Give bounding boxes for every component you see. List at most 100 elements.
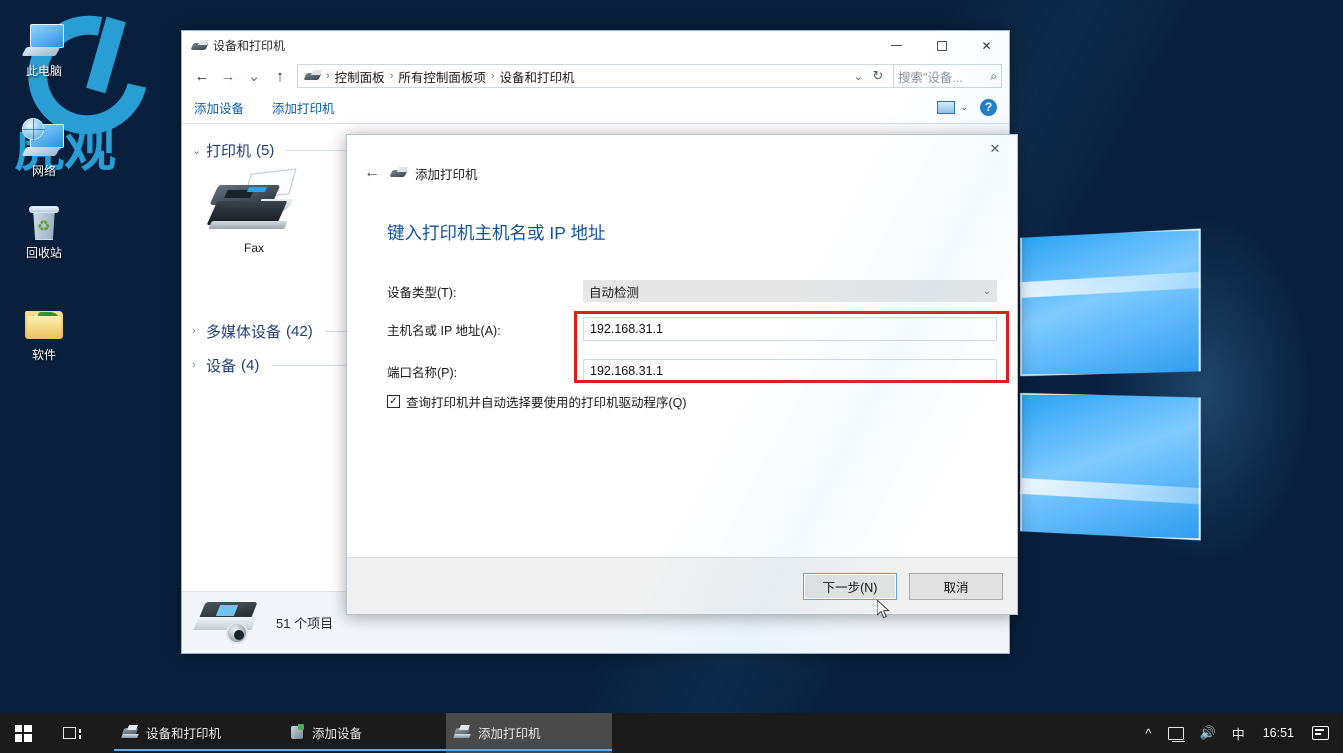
taskbar-item-add-printer[interactable]: 添加打印机 [446,713,612,753]
chevron-down-icon[interactable]: ⌄ [848,70,867,83]
group-name: 打印机 [206,142,252,160]
tray-overflow-button[interactable]: ^ [1137,713,1159,753]
dialog-heading: 键入打印机主机名或 IP 地址 [387,223,606,243]
view-options-icon[interactable] [937,100,956,114]
next-button[interactable]: 下一步(N) [803,572,897,600]
query-printer-checkbox-row[interactable]: ✓ 查询打印机并自动选择要使用的打印机驱动程序(Q) [387,392,687,411]
device-label: Fax [243,241,264,255]
form-row-port[interactable]: 端口名称(P): 192.168.31.1 [387,357,997,385]
volume-button[interactable]: 🔊 [1192,713,1224,753]
printer-icon [190,38,210,54]
address-bar-row[interactable]: ← → ⌄ ↑ › 控制面板 › 所有控制面板项 › 设备和打印机 ⌄ ↻ 搜索… [182,61,1009,91]
item-count-label: 51 个项目 [276,616,334,631]
printer-icon [303,68,323,84]
desktop-icon-label: 软件 [31,348,56,362]
add-printer-button[interactable]: 添加打印机 [272,98,335,117]
taskbar-running-indicator [114,749,280,751]
breadcrumb-item-all-items[interactable]: 所有控制面板项 [396,67,488,86]
mouse-cursor [877,600,890,619]
search-box[interactable]: 搜索"设备... ⌕ [894,64,1002,88]
back-button[interactable]: ← [189,64,215,88]
dialog-header-title: 添加打印机 [415,167,478,182]
breadcrumb-separator: › [389,70,394,82]
task-view-button[interactable] [46,713,92,753]
close-button[interactable]: ✕ [964,31,1009,61]
system-tray[interactable]: ^ 🔊 中 16:51 [1137,713,1343,753]
add-device-button[interactable]: 添加设备 [194,98,244,117]
group-count: (5) [256,141,275,159]
desktop-icon-recycle-bin[interactable]: ♻ 回收站 [8,200,80,260]
group-count: (42) [286,322,313,340]
breadcrumb-item-control-panel[interactable]: 控制面板 [333,67,387,86]
command-bar[interactable]: 添加设备 添加打印机 ⌄ ? [182,91,1009,124]
desktop[interactable]: 虎观 此电脑 网络 ♻ 回收站 软件 设备和打印机 ✕ ← → ⌄ ↑ › 控制… [0,0,1343,713]
group-count: (4) [241,356,260,374]
dialog-back-button[interactable]: ← [361,162,383,184]
chevron-right-icon[interactable]: › [192,325,206,337]
taskbar-item-label: 设备和打印机 [146,726,222,741]
network-icon [8,118,80,164]
printer-icon [453,724,472,740]
taskbar-item-devices-and-printers[interactable]: 设备和打印机 [114,713,280,753]
printer-scanner-icon [193,600,262,646]
device-tile-fax[interactable]: Fax [200,168,308,294]
maximize-button[interactable] [919,31,964,61]
clock[interactable]: 16:51 [1253,726,1304,740]
chevron-down-icon[interactable]: ⌄ [983,286,991,297]
device-type-select[interactable]: 自动检测 ⌄ [583,280,997,302]
help-icon[interactable]: ? [980,98,997,116]
ime-indicator[interactable]: 中 [1224,713,1253,753]
refresh-icon[interactable]: ↻ [867,68,889,84]
action-center-button[interactable] [1304,713,1337,753]
network-status-button[interactable] [1160,713,1192,753]
form-row-hostname[interactable]: 主机名或 IP 地址(A): 192.168.31.1 [387,315,997,343]
query-printer-checkbox-label: 查询打印机并自动选择要使用的打印机驱动程序(Q) [406,396,687,410]
network-icon [1167,726,1185,742]
taskbar[interactable]: 设备和打印机 添加设备 添加打印机 ^ 🔊 中 16:51 [0,713,1343,753]
forward-button[interactable]: → [215,64,241,88]
windows-hero-wallpaper-logo [1019,222,1204,552]
cancel-button[interactable]: 取消 [909,572,1003,600]
group-name: 多媒体设备 [206,323,282,341]
taskbar-item-add-device[interactable]: 添加设备 [280,713,446,753]
device-type-label: 设备类型(T): [387,285,457,300]
minimize-button[interactable] [874,31,919,61]
recent-locations-button[interactable]: ⌄ [241,64,267,88]
hostname-label: 主机名或 IP 地址(A): [387,323,501,338]
dialog-form[interactable]: 设备类型(T): 自动检测 ⌄ 主机名或 IP 地址(A): 192.168.3… [387,277,997,395]
form-row-device-type[interactable]: 设备类型(T): 自动检测 ⌄ [387,277,997,305]
group-name: 设备 [206,357,237,375]
query-printer-checkbox[interactable]: ✓ [387,395,400,408]
breadcrumb-item-devices[interactable]: 设备和打印机 [498,67,577,86]
window-titlebar[interactable]: 设备和打印机 ✕ [182,31,1009,61]
folder-icon [8,302,80,348]
desktop-icon-network[interactable]: 网络 [8,118,80,178]
computer-icon [8,18,80,64]
start-button[interactable] [0,713,46,753]
desktop-icon-software[interactable]: 软件 [8,302,80,362]
add-printer-dialog[interactable]: ✕ ← 添加打印机 键入打印机主机名或 IP 地址 设备类型(T): 自动检测 … [346,134,1018,615]
desktop-icon-label: 此电脑 [25,64,62,78]
desktop-icon-this-pc[interactable]: 此电脑 [8,18,80,78]
hostname-input[interactable]: 192.168.31.1 [583,317,997,341]
breadcrumb[interactable]: › 控制面板 › 所有控制面板项 › 设备和打印机 ⌄ ↻ [297,64,894,88]
chevron-down-icon[interactable]: ⌄ [192,144,206,157]
port-name-input[interactable]: 192.168.31.1 [583,359,997,383]
taskbar-running-indicator [280,749,446,751]
dialog-close-button[interactable]: ✕ [973,135,1017,163]
chevron-down-icon[interactable]: ⌄ [960,102,968,113]
printer-icon [121,724,140,740]
chevron-right-icon[interactable]: › [192,359,206,371]
taskbar-running-indicator [446,749,612,751]
taskbar-item-label: 添加打印机 [478,726,541,741]
windows-logo-icon [14,724,32,742]
breadcrumb-separator: › [490,70,495,82]
printer-icon [389,166,409,180]
recycle-bin-icon: ♻ [8,200,80,246]
up-button[interactable]: ↑ [267,64,293,88]
dialog-footer: 下一步(N) 取消 [347,557,1017,614]
dialog-header: ← 添加打印机 [347,135,1017,182]
search-input[interactable]: 搜索"设备... [898,67,990,86]
breadcrumb-separator: › [326,70,330,82]
desktop-icon-label: 回收站 [25,246,62,260]
